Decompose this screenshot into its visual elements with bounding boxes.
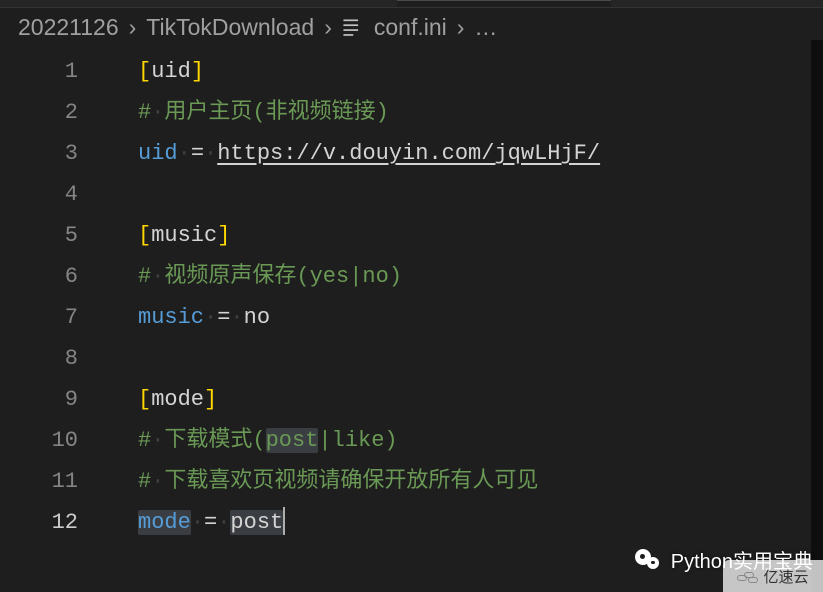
code-line — [138, 174, 823, 215]
chevron-right-icon: › — [129, 14, 137, 41]
line-number: 12 — [0, 502, 100, 543]
line-number: 3 — [0, 133, 100, 174]
watermark-corner-text: 亿速云 — [763, 566, 808, 587]
tab-bar[interactable] — [0, 0, 823, 8]
breadcrumb[interactable]: 20221126 › TikTokDownload › conf.ini › … — [0, 8, 823, 49]
breadcrumb-root[interactable]: 20221126 — [18, 14, 119, 41]
text-cursor — [283, 507, 285, 535]
line-number: 11 — [0, 461, 100, 502]
line-number: 10 — [0, 420, 100, 461]
line-number: 8 — [0, 338, 100, 379]
code-line: #·用户主页(非视频链接) — [138, 92, 823, 133]
active-tab[interactable] — [397, 0, 611, 7]
line-number: 5 — [0, 215, 100, 256]
file-icon — [342, 17, 362, 39]
line-number: 6 — [0, 256, 100, 297]
breadcrumb-overflow[interactable]: … — [474, 14, 497, 41]
code-line: mode·=·post — [138, 502, 823, 543]
breadcrumb-file[interactable]: conf.ini — [374, 14, 447, 41]
wechat-icon — [635, 549, 661, 571]
text-highlight: post — [230, 510, 283, 535]
code-line: music·=·no — [138, 297, 823, 338]
code-editor[interactable]: 1 2 3 4 5 6 7 8 9 10 11 12 [uid] #·用户主页(… — [0, 49, 823, 589]
watermark-corner: 亿速云 — [723, 560, 823, 592]
line-number: 2 — [0, 92, 100, 133]
line-number: 7 — [0, 297, 100, 338]
code-line: #·视频原声保存(yes|no) — [138, 256, 823, 297]
code-line: [mode] — [138, 379, 823, 420]
code-line: [music] — [138, 215, 823, 256]
code-line — [138, 338, 823, 379]
chevron-right-icon: › — [457, 14, 465, 41]
text-highlight: post — [266, 428, 319, 453]
line-number: 9 — [0, 379, 100, 420]
code-line: [uid] — [138, 51, 823, 92]
line-number: 4 — [0, 174, 100, 215]
line-number: 1 — [0, 51, 100, 92]
code-line: #·下载模式(post|like) — [138, 420, 823, 461]
cloud-icon — [737, 569, 759, 583]
code-area[interactable]: [uid] #·用户主页(非视频链接) uid·=·https://v.douy… — [100, 49, 823, 589]
code-line: uid·=·https://v.douyin.com/jqwLHjF/ — [138, 133, 823, 174]
chevron-right-icon: › — [324, 14, 332, 41]
line-gutter: 1 2 3 4 5 6 7 8 9 10 11 12 — [0, 49, 100, 589]
minimap-edge[interactable] — [811, 40, 823, 592]
breadcrumb-folder[interactable]: TikTokDownload — [146, 14, 314, 41]
url-link[interactable]: https://v.douyin.com/jqwLHjF/ — [217, 141, 600, 166]
code-line: #·下载喜欢页视频请确保开放所有人可见 — [138, 461, 823, 502]
